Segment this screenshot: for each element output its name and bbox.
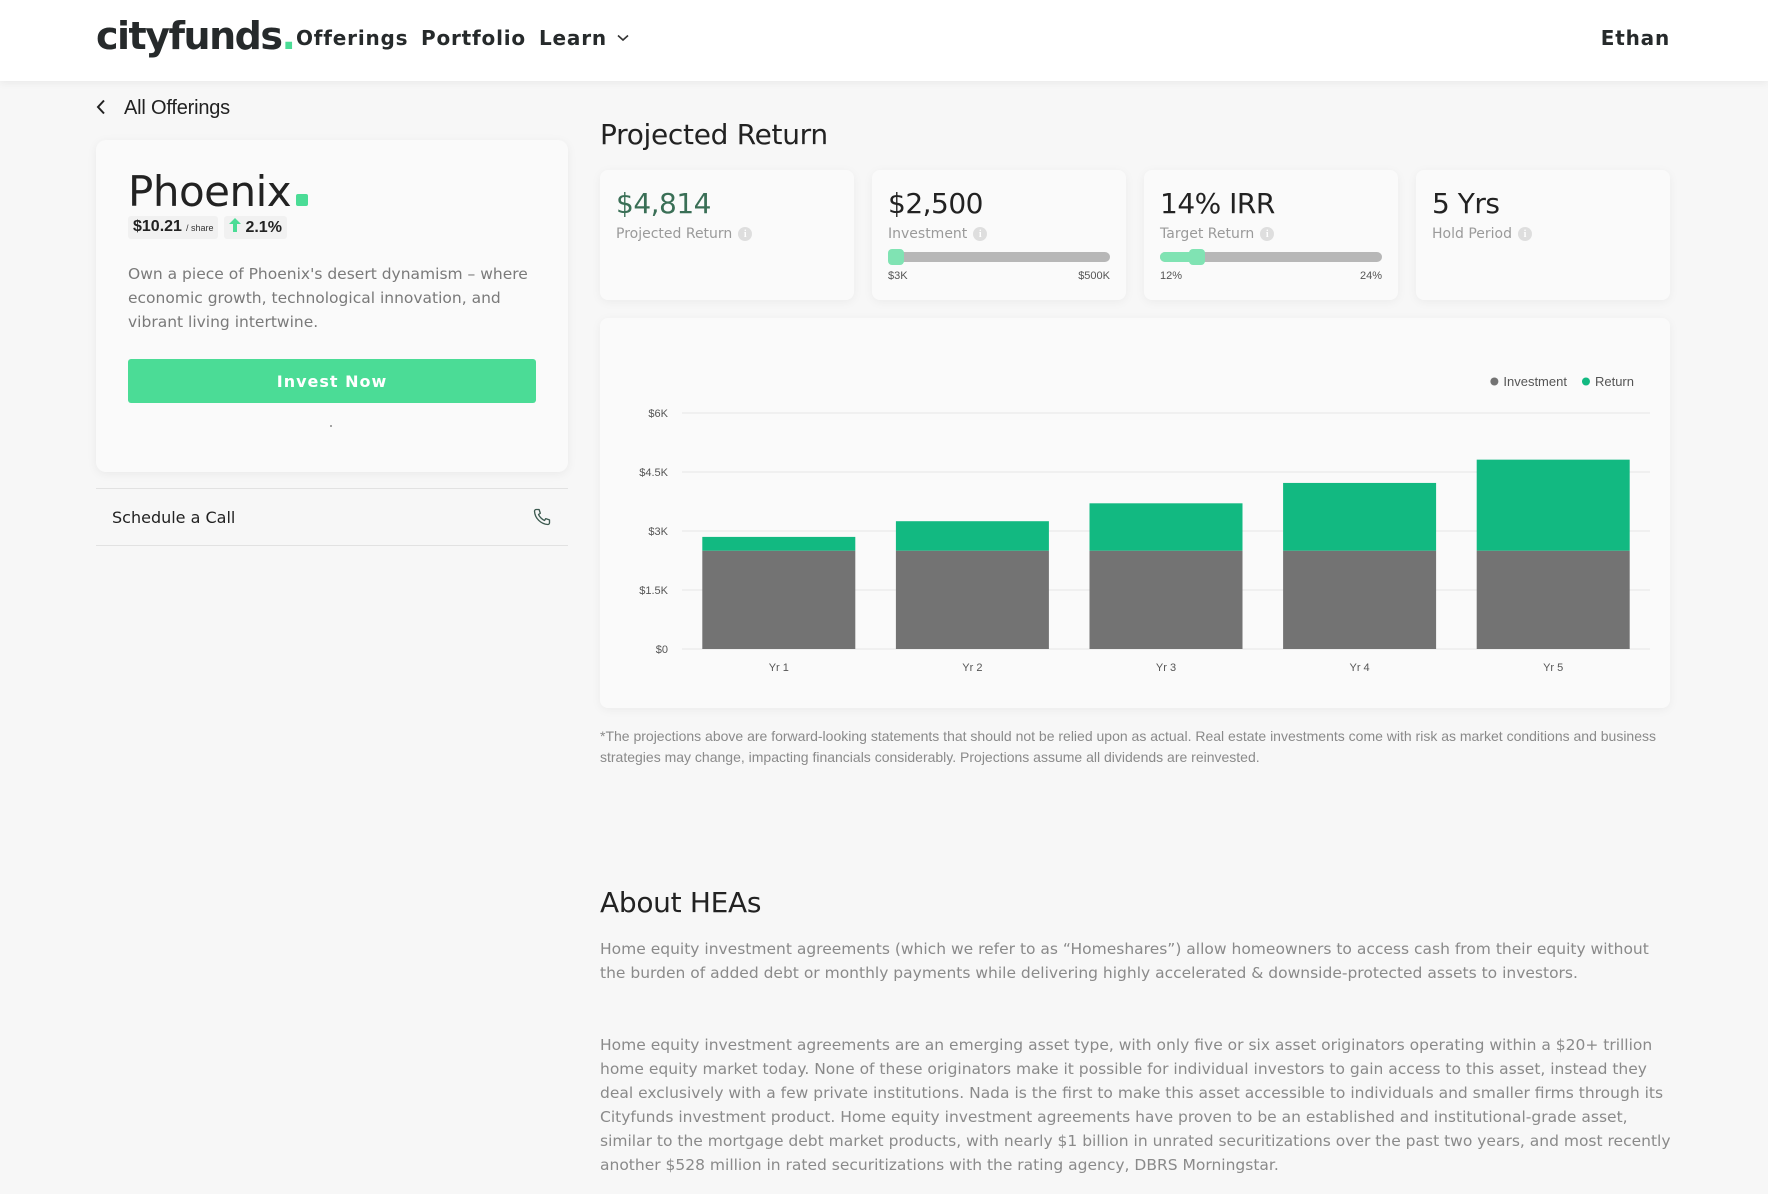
nav-offerings[interactable]: Offerings xyxy=(296,26,408,50)
chevron-down-icon xyxy=(617,31,629,46)
title-accent-dot xyxy=(296,194,309,206)
share-price-badge: $10.21 / share xyxy=(128,216,219,239)
projection-bar-chart: $0 $1.5K $3K $4.5K $6K Yr 1 Yr 2 Yr 3 Yr 4 Yr 5 Re… xyxy=(639,374,1650,674)
schedule-call-label: Schedule a Call xyxy=(112,508,236,527)
logo-dot: . xyxy=(281,14,295,58)
investment-slider[interactable] xyxy=(888,249,1110,265)
all-offerings-back-link[interactable]: All Offerings xyxy=(96,96,230,121)
back-link-label: All Offerings xyxy=(124,97,230,119)
stat-card-target-return: 14% IRR Target Return i 12% 24% xyxy=(1144,170,1398,300)
price-change-badge: 2.1% xyxy=(224,216,287,239)
x-tick-label: Yr 3 xyxy=(1156,662,1176,674)
bar-return xyxy=(1283,482,1437,551)
y-tick-label: $1.5K xyxy=(639,585,668,597)
cityfunds-logo[interactable]: cityfunds. xyxy=(96,14,296,58)
price-row: $10.21 / share 2.1% xyxy=(128,216,287,239)
y-tick-label: $0 xyxy=(656,644,668,656)
slider-max-label: 24% xyxy=(1359,270,1382,282)
offering-description: Own a piece of Phoenix's desert dynamism… xyxy=(128,265,528,331)
chevron-left-icon xyxy=(96,96,106,121)
top-nav-bar: cityfunds. Offerings Portfolio Learn Eth… xyxy=(0,0,1768,81)
x-tick-label: Yr 1 xyxy=(769,662,789,674)
invest-now-button[interactable]: Invest Now xyxy=(128,359,536,403)
bar-return xyxy=(1476,459,1630,551)
x-tick-label: Yr 4 xyxy=(1350,662,1370,674)
about-paragraph: Home equity investment agreements are an… xyxy=(600,1036,1671,1174)
slider-min-label: 12% xyxy=(1160,270,1183,282)
share-price: $10.21 xyxy=(133,218,182,235)
slider-thumb[interactable] xyxy=(888,249,904,265)
arrow-up-icon xyxy=(229,218,242,236)
projection-chart-card: $0 $1.5K $3K $4.5K $6K Yr 1 Yr 2 Yr 3 Yr 4 Yr 5 Re… xyxy=(600,318,1670,708)
about-heas-title: About HEAs xyxy=(600,886,762,919)
stat-label-text: Projected Return xyxy=(616,226,733,242)
slider-max-label: $500K xyxy=(1078,270,1110,282)
y-tick-label: $3K xyxy=(648,526,668,538)
y-tick-label: $4.5K xyxy=(639,467,668,479)
info-icon[interactable]: i xyxy=(973,227,988,241)
stat-card-investment: $2,500 Investment i $3K $500K xyxy=(872,170,1126,300)
logo-text: cityfunds xyxy=(96,14,283,58)
hold-period-value: 5 Yrs xyxy=(1432,187,1500,220)
investment-label: Investment i xyxy=(888,226,988,242)
user-menu[interactable]: Ethan xyxy=(1601,26,1670,50)
projected-return-value: $4,814 xyxy=(616,187,711,220)
stat-label-text: Hold Period xyxy=(1432,226,1512,242)
user-name: Ethan xyxy=(1600,26,1670,50)
projected-return-label: Projected Return i xyxy=(616,226,753,242)
stat-label-text: Target Return xyxy=(1160,226,1255,242)
bar-investment xyxy=(895,550,1049,649)
nav-learn-dropdown[interactable]: Learn xyxy=(539,26,629,50)
target-return-label: Target Return i xyxy=(1160,226,1275,242)
legend-label: Investment xyxy=(1503,374,1567,389)
offering-title: Phoenix xyxy=(128,167,309,216)
x-tick-label: Yr 2 xyxy=(962,662,982,674)
info-icon[interactable]: i xyxy=(1260,227,1275,241)
phone-icon xyxy=(532,507,552,527)
bar-investment xyxy=(1089,550,1243,649)
nav-offerings-label: Offerings xyxy=(296,26,409,50)
legend-swatch-icon xyxy=(1490,377,1499,386)
projection-disclaimer: *The projections above are forward-looki… xyxy=(600,728,1657,765)
legend-label: Return xyxy=(1595,374,1634,389)
bar-return xyxy=(895,521,1049,551)
y-tick-label: $6K xyxy=(648,408,668,420)
target-return-slider[interactable] xyxy=(1160,249,1382,265)
schedule-call-row[interactable]: Schedule a Call xyxy=(96,488,568,546)
decorative-dot xyxy=(330,425,332,427)
nav-learn-label: Learn xyxy=(539,26,607,50)
stat-label-text: Investment xyxy=(888,226,968,242)
nav-portfolio-label: Portfolio xyxy=(421,26,526,50)
info-icon[interactable]: i xyxy=(1517,227,1532,241)
bar-investment xyxy=(1476,550,1630,649)
slider-min-label: $3K xyxy=(888,270,908,282)
investment-value: $2,500 xyxy=(888,187,983,220)
slider-thumb[interactable] xyxy=(1189,249,1206,265)
projected-return-title: Projected Return xyxy=(600,118,828,151)
target-return-value: 14% IRR xyxy=(1160,187,1275,220)
stat-card-hold-period: 5 Yrs Hold Period i xyxy=(1416,170,1670,300)
offering-card: Phoenix $10.21 / share 2.1% Own a piece … xyxy=(96,140,568,472)
stat-card-projected-return: $4,814 Projected Return i xyxy=(600,170,854,300)
bar-investment xyxy=(702,550,856,649)
legend-swatch-icon xyxy=(1581,377,1590,386)
bar-investment xyxy=(1283,550,1437,649)
hold-period-label: Hold Period i xyxy=(1432,226,1532,242)
x-tick-label: Yr 5 xyxy=(1543,662,1563,674)
bar-return xyxy=(702,536,856,551)
offering-name: Phoenix xyxy=(128,167,292,216)
about-paragraph: Home equity investment agreements (which… xyxy=(600,940,1649,982)
share-price-unit: / share xyxy=(185,223,214,233)
price-change: 2.1% xyxy=(245,219,282,236)
info-icon[interactable]: i xyxy=(738,227,753,241)
nav-portfolio[interactable]: Portfolio xyxy=(421,26,526,50)
bar-return xyxy=(1089,503,1243,551)
